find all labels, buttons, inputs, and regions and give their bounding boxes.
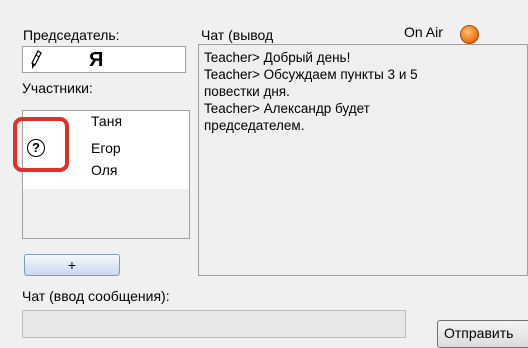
participants-label: Участники: — [22, 80, 93, 96]
list-empty-area — [23, 189, 189, 238]
chairman-field: Я — [22, 46, 186, 73]
participant-item[interactable]: Егор — [91, 140, 121, 157]
chat-output-label: Чат (вывод — [201, 27, 274, 43]
highlight-frame — [13, 117, 69, 172]
chat-message: Teacher> Александр будет — [204, 101, 370, 116]
pen-icon — [29, 50, 43, 73]
participant-item[interactable]: Таня — [91, 113, 122, 130]
add-participant-button[interactable]: + — [24, 254, 120, 276]
on-air-indicator-icon — [460, 25, 479, 44]
chat-message: повестки дня. — [204, 84, 290, 99]
chat-message: Teacher> Добрый день! — [204, 50, 351, 65]
chat-input-field[interactable] — [22, 310, 406, 338]
chairman-label: Председатель: — [23, 27, 120, 43]
chat-message: Teacher> Обсуждаем пункты 3 и 5 — [204, 67, 418, 82]
chat-output-area[interactable]: Teacher> Добрый день! Teacher> Обсуждаем… — [198, 44, 528, 276]
on-air-label: On Air — [404, 24, 443, 40]
chat-message: председателем. — [204, 118, 305, 133]
chairman-name: Я — [89, 49, 104, 71]
send-button[interactable]: Отправить — [437, 320, 528, 348]
chat-input-label: Чат (ввод сообщения): — [22, 288, 170, 304]
participant-item[interactable]: Оля — [91, 162, 117, 179]
